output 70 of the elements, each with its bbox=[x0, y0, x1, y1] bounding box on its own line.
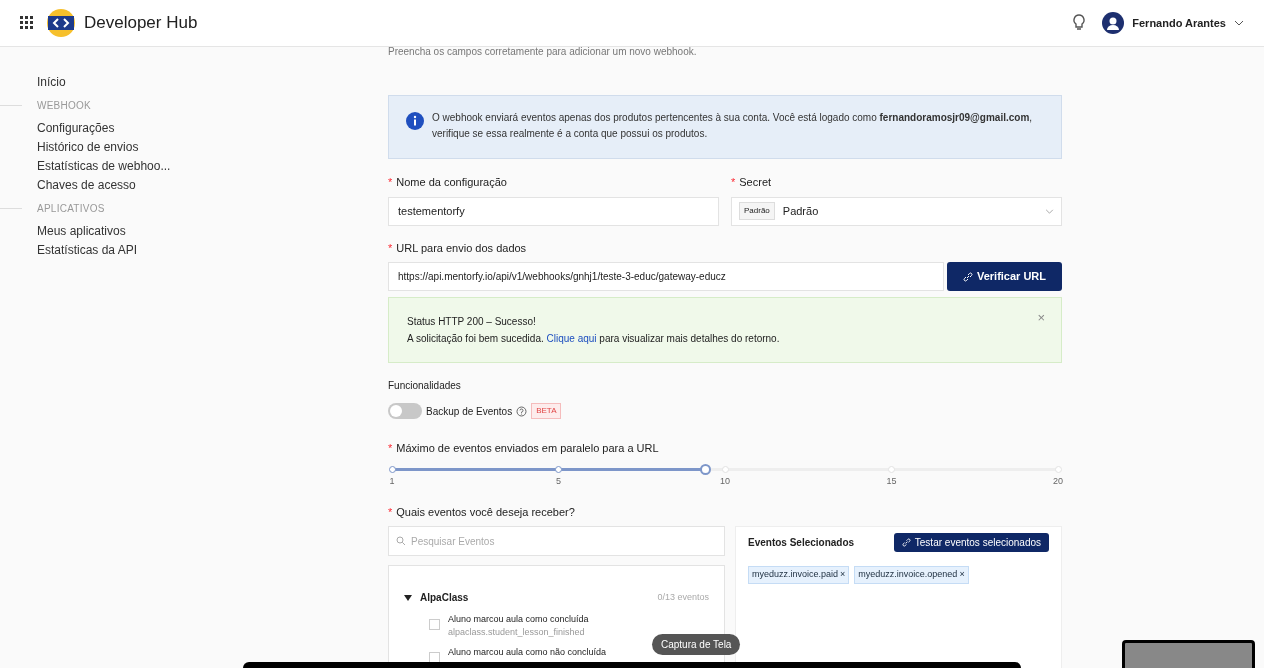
sidebar-item[interactable]: Configurações bbox=[37, 119, 115, 138]
checkbox[interactable] bbox=[429, 652, 440, 663]
group-name[interactable]: AlpaClass bbox=[420, 590, 469, 605]
link-icon bbox=[901, 538, 911, 547]
sidebar-item[interactable]: Chaves de acesso bbox=[37, 176, 136, 195]
toggle-switch[interactable] bbox=[388, 403, 422, 419]
info-icon bbox=[406, 112, 424, 130]
app-title: Developer Hub bbox=[84, 12, 198, 35]
success-title: Status HTTP 200 – Sucesso! bbox=[407, 315, 536, 329]
user-name[interactable]: Fernando Arantes bbox=[1132, 14, 1226, 32]
chevron-down-icon[interactable] bbox=[1234, 20, 1244, 26]
caret-icon[interactable] bbox=[404, 594, 412, 601]
code-logo-icon bbox=[46, 8, 76, 38]
checkbox[interactable] bbox=[429, 619, 440, 630]
tag-label: myeduzz.invoice.paid bbox=[752, 568, 839, 581]
label-text: Quais eventos você deseja receber? bbox=[396, 505, 575, 518]
section-heading: APLICATIVOS bbox=[37, 202, 105, 216]
required-mark: * bbox=[388, 241, 393, 254]
search-field[interactable]: Pesquisar Eventos bbox=[388, 526, 725, 556]
panel-title: Eventos Selecionados bbox=[748, 536, 855, 550]
slider-mark: 15 bbox=[886, 474, 897, 488]
section-heading: WEBHOOK bbox=[37, 99, 91, 113]
chevron-down-icon bbox=[1045, 208, 1054, 214]
url-field[interactable]: https://api.mentorfy.io/api/v1/webhooks/gnhj1/teste-3-educ/gateway-educz bbox=[388, 262, 944, 291]
verify-url-button[interactable]: Verificar URL bbox=[947, 262, 1062, 291]
slider-mark: 1 bbox=[389, 474, 395, 488]
select-value: Padrão bbox=[782, 203, 819, 219]
sidebar-item[interactable]: Início bbox=[37, 73, 66, 92]
intro-text: Preencha os campos corretamente para adicionar um novo webhook. bbox=[388, 45, 698, 59]
event-code: alpaclass.student_lesson_finished bbox=[448, 626, 586, 638]
beta-badge: BETA bbox=[531, 403, 562, 419]
required-mark: * bbox=[388, 505, 393, 518]
event-title: Aluno marcou aula como concluída bbox=[448, 613, 589, 626]
slider-mark: 5 bbox=[556, 474, 561, 488]
section-label: Funcionalidades bbox=[388, 379, 462, 393]
group-count: 0/13 eventos bbox=[657, 590, 709, 604]
input-field[interactable]: testementorfy bbox=[388, 196, 719, 226]
details-link[interactable]: Clique aqui bbox=[546, 333, 597, 344]
tooltip: Captura de Tela bbox=[652, 634, 741, 655]
apps-grid-icon[interactable] bbox=[20, 16, 34, 30]
tag: Padrão bbox=[739, 202, 775, 220]
test-events-button[interactable]: Testar eventos selecionados bbox=[893, 533, 1049, 552]
success-text: A solicitação foi bem sucedida. Clique aqui para visualizar mais detalhes do retorno. bbox=[407, 332, 781, 346]
help-icon bbox=[516, 405, 528, 417]
event-title: Aluno marcou aula como não concluída bbox=[448, 646, 607, 659]
link-icon bbox=[962, 271, 973, 282]
label-text: Máximo de eventos enviados em paralelo para a URL bbox=[396, 442, 659, 454]
search-icon bbox=[396, 536, 406, 546]
slider-mark: 10 bbox=[720, 474, 730, 488]
required-mark: * bbox=[388, 176, 393, 188]
lightbulb-icon[interactable] bbox=[1072, 14, 1087, 32]
label-text: URL para envio dos dados bbox=[396, 241, 527, 254]
slider-thumb[interactable] bbox=[699, 463, 711, 475]
remove-button[interactable]: × bbox=[959, 570, 965, 580]
select-field[interactable]: Padrão Padrão bbox=[731, 196, 1062, 226]
tag-label: myeduzz.invoice.opened bbox=[858, 568, 958, 581]
required-mark: * bbox=[388, 442, 393, 454]
label-text: Secret bbox=[739, 176, 772, 188]
label-text: Nome da configuração bbox=[396, 176, 507, 188]
sidebar-item[interactable]: Meus aplicativos bbox=[37, 222, 126, 241]
sidebar-item[interactable]: Estatísticas da API bbox=[37, 241, 138, 260]
screenshot-thumbnail[interactable] bbox=[1122, 640, 1255, 668]
remove-button[interactable]: × bbox=[840, 570, 846, 580]
sidebar-item[interactable]: Estatísticas de webhoo... bbox=[37, 157, 171, 176]
toggle-label: Backup de Eventos bbox=[426, 404, 513, 419]
required-mark: * bbox=[731, 176, 736, 188]
slider-mark: 20 bbox=[1053, 474, 1063, 488]
avatar-icon[interactable] bbox=[1102, 12, 1125, 34]
info-text: O webhook enviará eventos apenas dos produtos pertencentes à sua conta. Você está logado como fernandoramosjr09@gmail.com, verifique se essa realmente é a conta que possui os produtos. bbox=[432, 111, 1034, 141]
sidebar-item[interactable]: Histórico de envios bbox=[37, 138, 139, 157]
